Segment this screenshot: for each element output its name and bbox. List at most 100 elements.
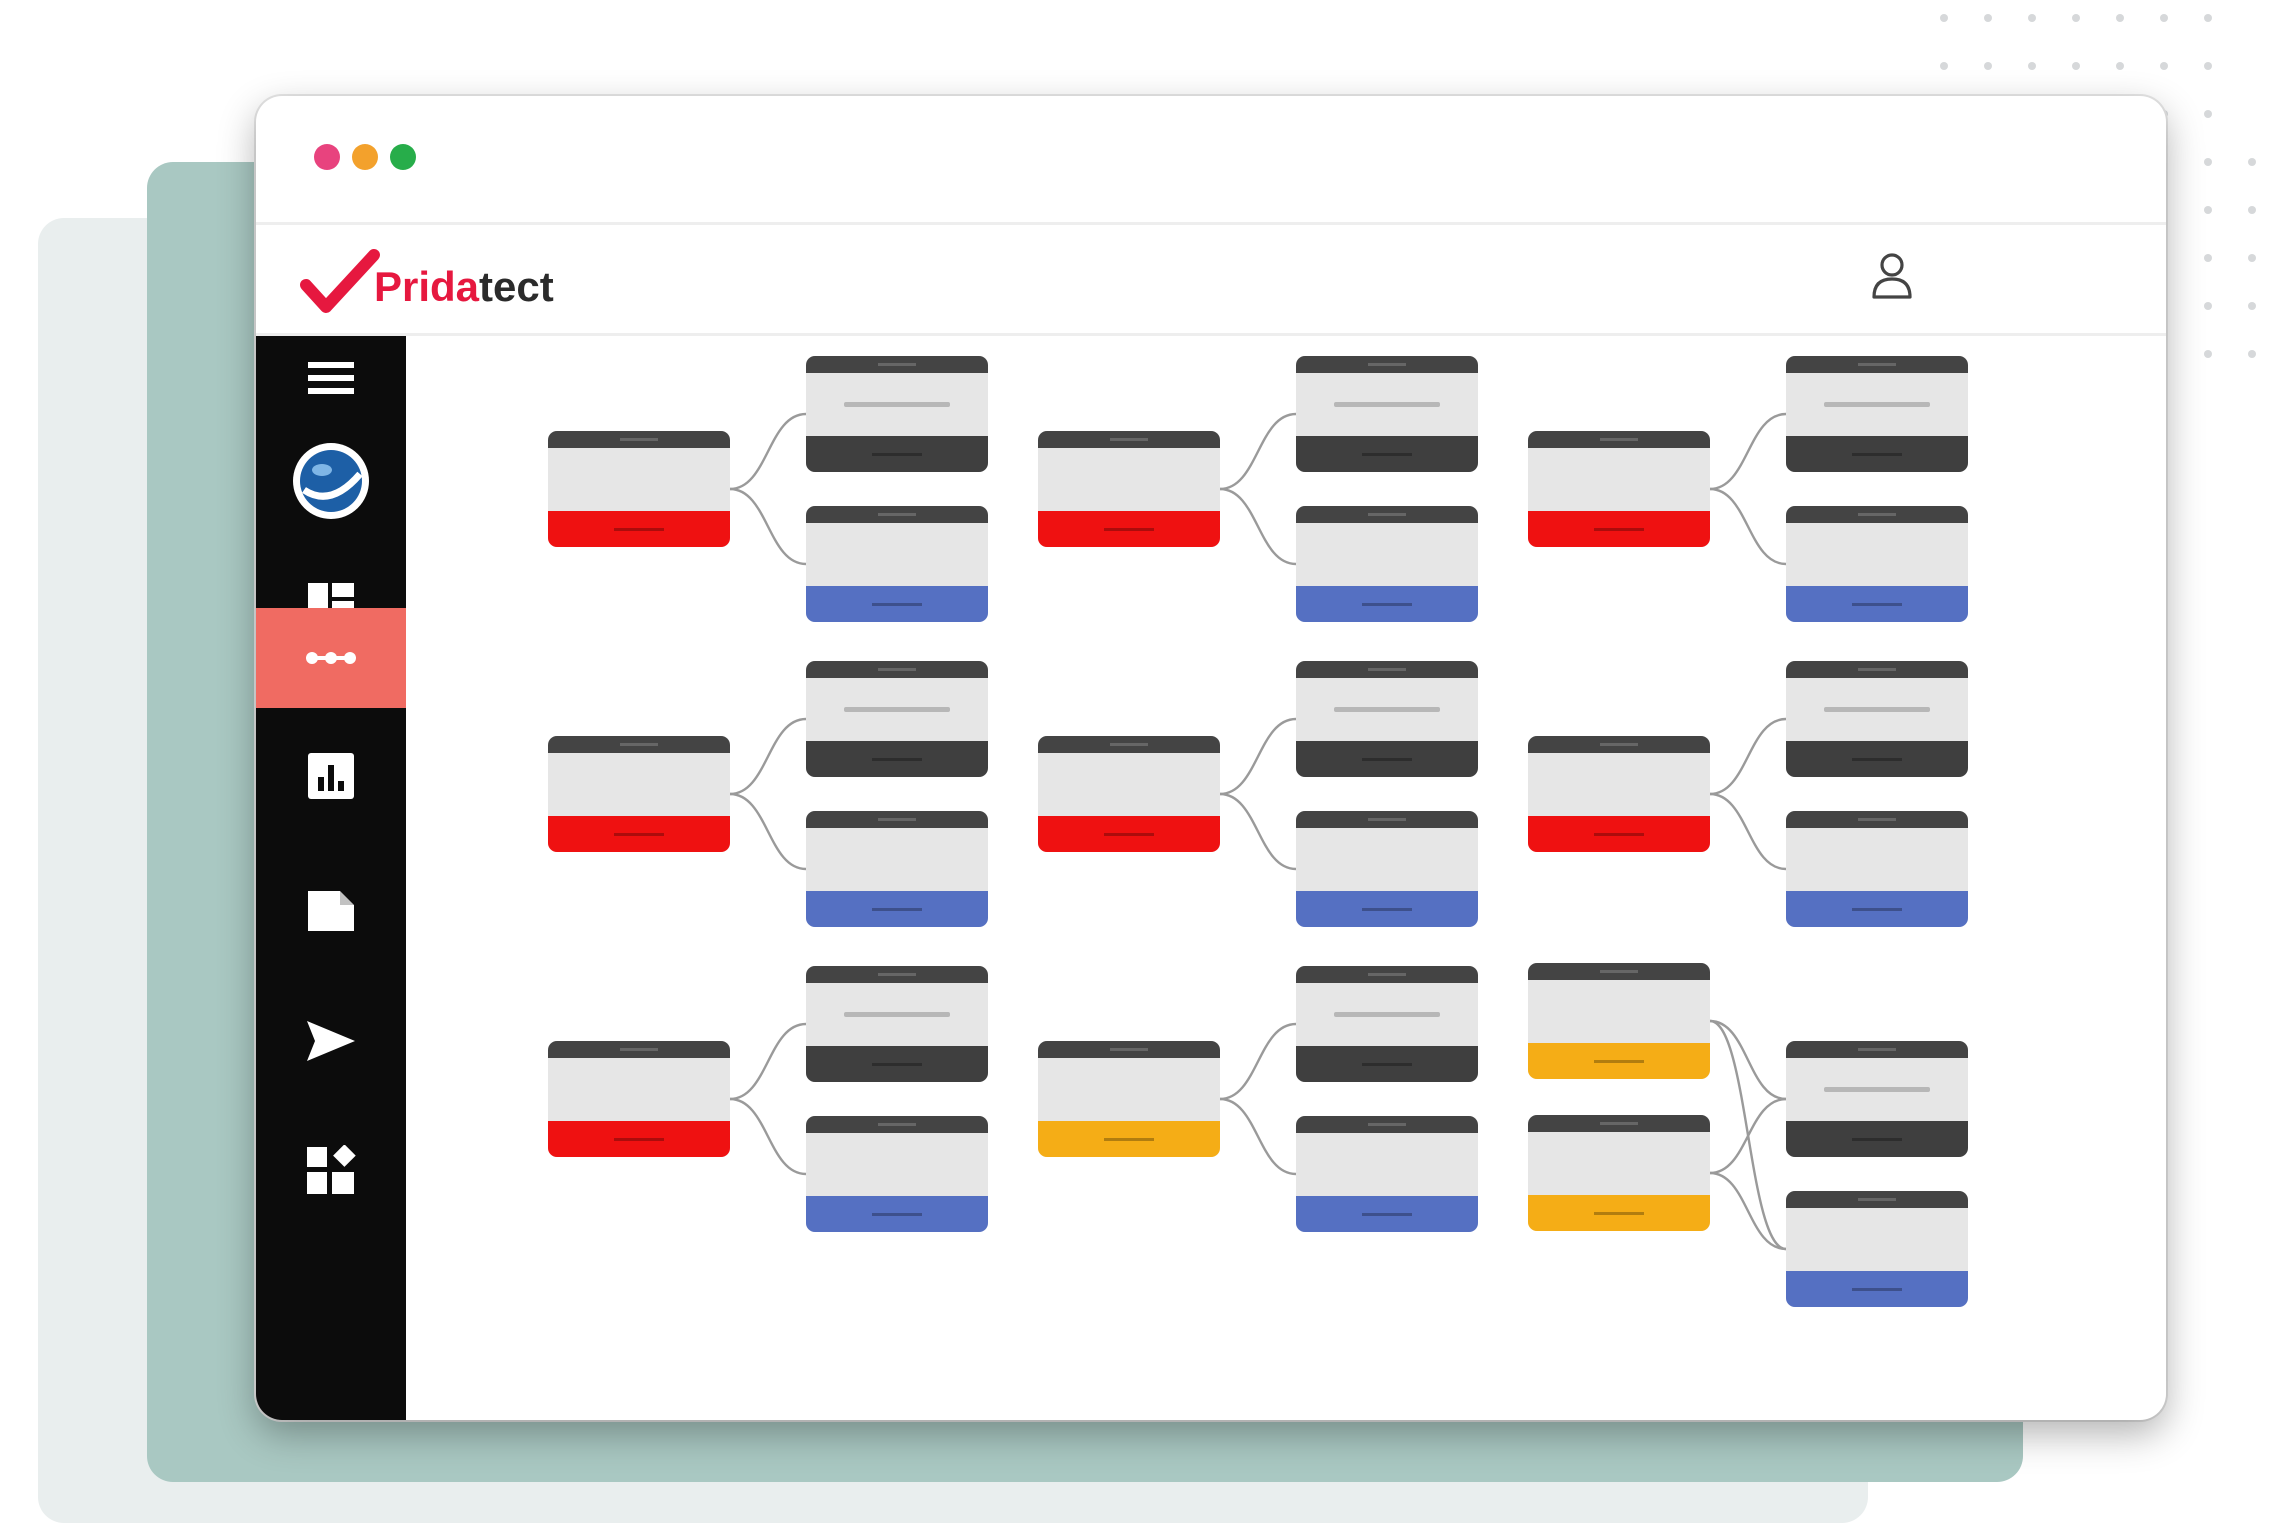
workflow-node-card[interactable] [806, 1116, 988, 1232]
sidebar-item-workflow[interactable] [256, 608, 406, 708]
card-status-text [1362, 908, 1412, 911]
card-header-text [1858, 1048, 1896, 1051]
card-status-text [1852, 1138, 1902, 1141]
workflow-node-card[interactable] [1528, 963, 1710, 1079]
planet-logo-icon [293, 443, 369, 519]
card-header-text [1600, 743, 1638, 746]
workflow-node-card[interactable] [806, 811, 988, 927]
flow-connector [729, 1097, 807, 1176]
card-status-text [1852, 603, 1902, 606]
workflow-node-card[interactable] [806, 356, 988, 472]
workflow-node-card[interactable] [548, 736, 730, 852]
flow-connector [729, 792, 807, 871]
card-text-line [1334, 402, 1440, 407]
card-status-text [872, 908, 922, 911]
workflow-node-card[interactable] [1296, 661, 1478, 777]
sidebar-item-documents[interactable] [256, 861, 406, 961]
card-status-text [614, 833, 664, 836]
card-header-text [878, 1123, 916, 1126]
card-header-text [1110, 743, 1148, 746]
card-text-line [1334, 1012, 1440, 1017]
flow-connector [1219, 1097, 1297, 1176]
window-maximize-button[interactable] [390, 144, 416, 170]
workflow-node-card[interactable] [1786, 1041, 1968, 1157]
widgets-icon [307, 1145, 356, 1194]
card-status-text [1362, 1063, 1412, 1066]
workflow-node-card[interactable] [1786, 1191, 1968, 1307]
workflow-node-card[interactable] [806, 506, 988, 622]
card-status-text [872, 453, 922, 456]
card-header-text [878, 513, 916, 516]
workflow-node-card[interactable] [1038, 1041, 1220, 1157]
card-status-text [1362, 453, 1412, 456]
card-status-text [872, 758, 922, 761]
sidebar-item-widgets[interactable] [256, 1121, 406, 1221]
send-icon [307, 1021, 355, 1061]
workflow-node-card[interactable] [806, 966, 988, 1082]
card-header-text [1368, 973, 1406, 976]
window-close-button[interactable] [314, 144, 340, 170]
card-status-text [872, 1063, 922, 1066]
workflow-node-card[interactable] [1528, 431, 1710, 547]
flow-connector [1709, 1019, 1787, 1101]
flow-connector [729, 1022, 807, 1101]
sidebar-item-reports[interactable] [256, 726, 406, 826]
workflow-node-card[interactable] [1528, 736, 1710, 852]
window-minimize-button[interactable] [352, 144, 378, 170]
card-header-text [1368, 363, 1406, 366]
card-text-line [844, 707, 950, 712]
app-window: Pridatect [256, 96, 2166, 1420]
card-status-text [1104, 1138, 1154, 1141]
card-header-text [1368, 818, 1406, 821]
workflow-node-card[interactable] [1296, 356, 1478, 472]
card-header-text [878, 363, 916, 366]
workflow-node-card[interactable] [1296, 506, 1478, 622]
card-header-text [1368, 1123, 1406, 1126]
flow-connector [1219, 487, 1297, 566]
card-status-text [1852, 758, 1902, 761]
card-status-text [1852, 908, 1902, 911]
workflow-node-card[interactable] [1296, 966, 1478, 1082]
card-text-line [1334, 707, 1440, 712]
sidebar-item-send[interactable] [256, 991, 406, 1091]
card-text-line [844, 402, 950, 407]
workflow-node-card[interactable] [806, 661, 988, 777]
card-header-text [878, 668, 916, 671]
brand-name: Pridatect [374, 263, 554, 310]
card-header-text [1858, 818, 1896, 821]
card-status-text [1852, 453, 1902, 456]
workflow-node-card[interactable] [548, 1041, 730, 1157]
workflow-node-card[interactable] [1038, 736, 1220, 852]
card-header-text [1600, 1122, 1638, 1125]
hamburger-icon [308, 362, 354, 394]
sidebar-item-menu[interactable] [256, 328, 406, 428]
workflow-node-card[interactable] [1786, 356, 1968, 472]
card-header-text [1368, 668, 1406, 671]
card-status-text [1594, 1060, 1644, 1063]
flow-connector [1219, 1022, 1297, 1101]
card-status-text [1362, 603, 1412, 606]
card-status-text [1104, 528, 1154, 531]
workflow-node-card[interactable] [1038, 431, 1220, 547]
card-header-text [1858, 668, 1896, 671]
card-status-text [872, 1213, 922, 1216]
card-header-text [1600, 438, 1638, 441]
flow-connector [1709, 487, 1787, 566]
workflow-node-card[interactable] [1786, 811, 1968, 927]
more-dots-icon [306, 652, 356, 664]
card-text-line [1824, 402, 1930, 407]
workflow-node-card[interactable] [1528, 1115, 1710, 1231]
card-header-text [1110, 438, 1148, 441]
workflow-node-card[interactable] [1296, 811, 1478, 927]
flow-connector [729, 412, 807, 491]
brand-logo[interactable]: Pridatect [300, 239, 554, 319]
workflow-node-card[interactable] [1786, 506, 1968, 622]
card-status-text [872, 603, 922, 606]
workflow-node-card[interactable] [1786, 661, 1968, 777]
sidebar-item-planet[interactable] [256, 416, 406, 546]
workflow-node-card[interactable] [548, 431, 730, 547]
card-header-text [620, 743, 658, 746]
card-text-line [1824, 707, 1930, 712]
user-icon[interactable] [1866, 247, 1918, 307]
workflow-node-card[interactable] [1296, 1116, 1478, 1232]
